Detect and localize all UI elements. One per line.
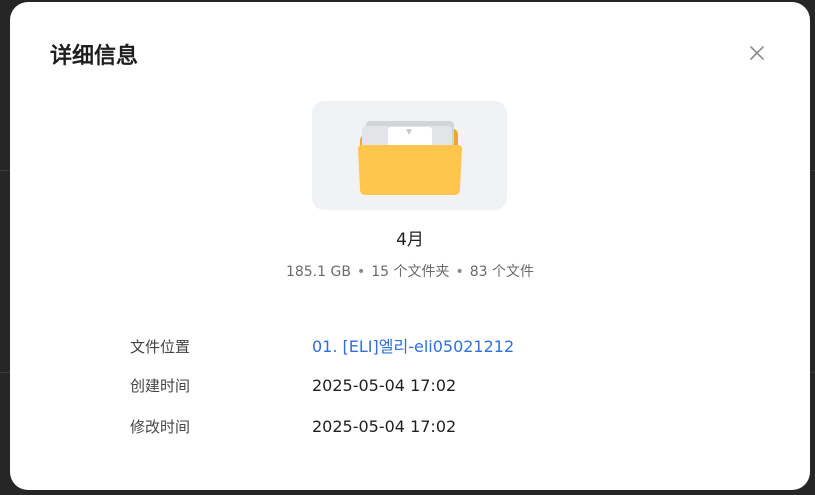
folder-summary: 185.1 GB • 15 个文件夹 • 83 个文件	[10, 262, 810, 282]
subfolder-count: 15 个文件夹	[371, 264, 450, 280]
detail-row-modified: 修改时间 2025-05-04 17:02	[130, 414, 730, 440]
folder-icon	[358, 121, 462, 195]
file-count: 83 个文件	[469, 264, 535, 280]
close-button[interactable]	[746, 42, 768, 64]
created-value: 2025-05-04 17:02	[312, 376, 457, 395]
detail-row-location: 文件位置 01. [ELI]엘리-eli05021212	[130, 334, 730, 360]
detail-row-created: 创建时间 2025-05-04 17:02	[130, 373, 730, 399]
close-icon	[750, 46, 764, 60]
location-link[interactable]: 01. [ELI]엘리-eli05021212	[312, 334, 514, 360]
folder-size: 185.1 GB	[285, 264, 351, 280]
separator-dot: •	[455, 264, 464, 280]
modified-value: 2025-05-04 17:02	[312, 417, 457, 436]
separator-dot: •	[356, 264, 366, 280]
location-label: 文件位置	[130, 338, 191, 356]
folder-name: 4月	[396, 230, 424, 250]
dialog-title: 详细信息	[50, 44, 139, 69]
modified-label: 修改时间	[130, 418, 191, 436]
details-dialog: 详细信息 4月 185.1 GB • 15 个文件夹 • 83 个文件 文件位置 01.…	[10, 2, 810, 490]
created-label: 创建时间	[130, 377, 191, 395]
folder-preview	[312, 101, 507, 210]
